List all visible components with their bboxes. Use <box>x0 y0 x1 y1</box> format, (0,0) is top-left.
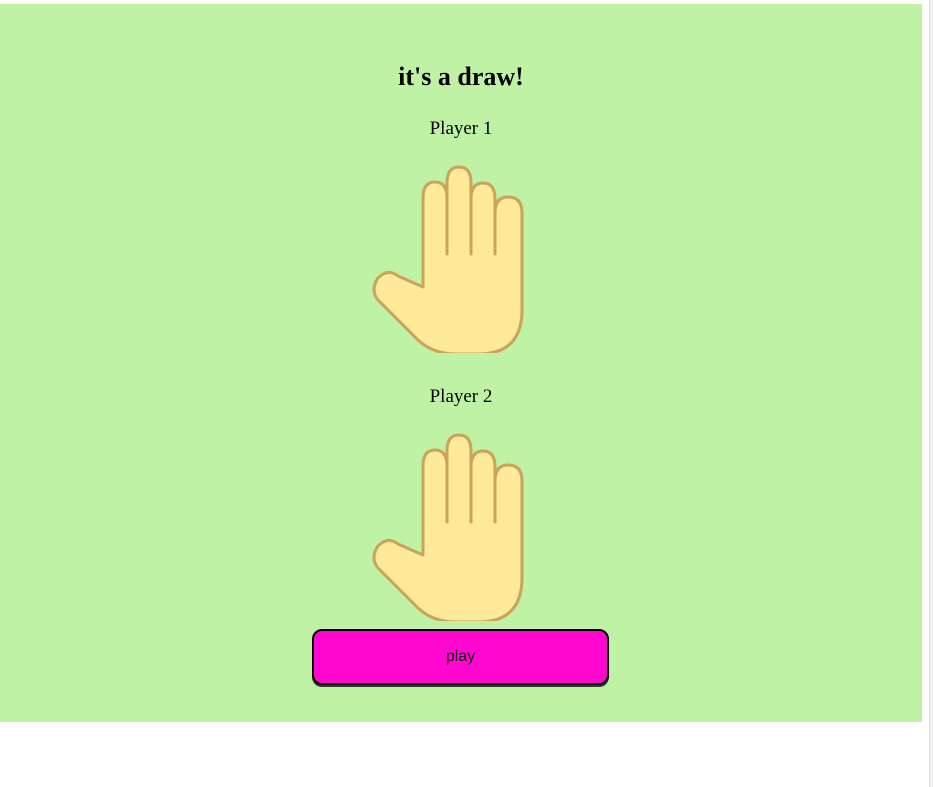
player-1-label: Player 1 <box>429 118 493 139</box>
result-title: it's a draw! <box>398 62 524 91</box>
play-button[interactable]: play <box>312 629 609 685</box>
raised-hand-icon <box>372 433 524 621</box>
game-panel: it's a draw! Player 1 Player 2 <box>0 4 922 722</box>
scrollbar[interactable] <box>929 0 933 787</box>
player-2-label: Player 2 <box>429 386 493 407</box>
raised-hand-icon <box>372 165 524 353</box>
